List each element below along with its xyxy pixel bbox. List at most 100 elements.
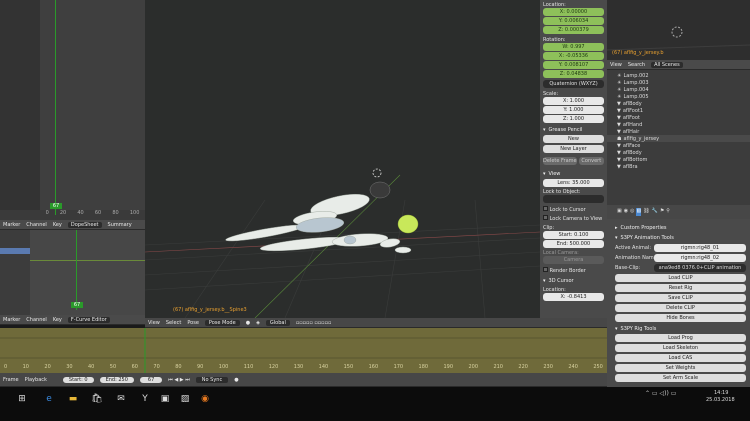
menu-key[interactable]: Key bbox=[53, 222, 62, 228]
edge-icon[interactable]: e bbox=[42, 392, 56, 405]
lens-field[interactable]: Lens: 35.000 bbox=[543, 179, 604, 187]
custom-properties-section[interactable]: ▸ Custom Properties bbox=[615, 225, 746, 231]
grease-pencil-section[interactable]: ▾ Grease Pencil bbox=[543, 127, 604, 133]
set-arm-scale-button[interactable]: Set Arm Scale bbox=[615, 374, 746, 382]
menu-marker[interactable]: Marker bbox=[3, 317, 20, 323]
menu-channel[interactable]: Channel bbox=[26, 222, 47, 228]
timeline-start-field[interactable]: Start: 0 bbox=[62, 376, 94, 383]
save-clip-button[interactable]: Save CLIP bbox=[615, 294, 746, 302]
render-border-row[interactable]: Render Border bbox=[543, 267, 604, 274]
cursor-x-field[interactable]: X: -0.8413 bbox=[543, 293, 604, 301]
scale-z-field[interactable]: Z: 1.000 bbox=[543, 115, 604, 123]
menu-channel[interactable]: Channel bbox=[26, 317, 47, 323]
menu-key[interactable]: Key bbox=[53, 317, 62, 323]
shading-icon[interactable]: ● bbox=[246, 320, 250, 326]
select-menu[interactable]: Select bbox=[166, 320, 181, 326]
location-z-field[interactable]: Z: 0.000379 bbox=[543, 26, 604, 34]
outliner-row[interactable]: ▼ aflFoot1 bbox=[607, 107, 750, 114]
outliner-row[interactable]: ▼ aflFace bbox=[607, 142, 750, 149]
camera-field[interactable]: Camera bbox=[543, 256, 604, 264]
pose-menu[interactable]: Pose bbox=[187, 320, 199, 326]
blender-icon[interactable]: ◉ bbox=[198, 392, 212, 405]
location-x-field[interactable]: X: 0.00000 bbox=[543, 8, 604, 16]
sync-select[interactable]: No Sync bbox=[195, 376, 229, 383]
mail-icon[interactable]: ✉ bbox=[114, 392, 128, 405]
active-animal-field[interactable]: rigmn:rig48_01 bbox=[654, 244, 746, 252]
render-border-checkbox[interactable] bbox=[543, 267, 548, 272]
object-tab-icon[interactable]: ▧ bbox=[636, 208, 642, 216]
rotation-x-field[interactable]: X: -0.05336 bbox=[543, 52, 604, 60]
summary-toggle[interactable]: Summary bbox=[108, 222, 132, 228]
tray-icons[interactable]: ⌃ ▭ ◁)) ▭ bbox=[645, 390, 676, 397]
image-icon[interactable]: ▨ bbox=[178, 392, 192, 405]
fcurve-editor[interactable]: 67 bbox=[0, 230, 145, 315]
channel-list[interactable] bbox=[0, 0, 40, 210]
timeline[interactable]: 0 10 20 30 40 50 60 70 80 90 100 110 120… bbox=[0, 328, 607, 373]
load-clip-button[interactable]: Load CLIP bbox=[615, 274, 746, 282]
outliner-row[interactable]: ▼ aflHair bbox=[607, 128, 750, 135]
outliner-row[interactable]: ☀ Lamp.004 bbox=[607, 86, 750, 93]
lock-object-field[interactable] bbox=[543, 195, 604, 203]
hide-bones-button[interactable]: Hide Bones bbox=[615, 314, 746, 322]
outliner-display-select[interactable]: All Scenes bbox=[651, 61, 683, 68]
grease-convert-button[interactable]: Convert bbox=[578, 157, 604, 165]
fcurve-channels[interactable] bbox=[0, 230, 30, 315]
outliner-row[interactable]: ☀ Lamp.003 bbox=[607, 79, 750, 86]
photos-icon[interactable]: ▣ bbox=[158, 392, 172, 405]
outliner-row[interactable]: ▼ aflHand bbox=[607, 121, 750, 128]
store-icon[interactable]: 🛍 bbox=[90, 392, 104, 405]
render-tab-icon[interactable]: ▣ bbox=[617, 208, 622, 216]
fcurve-selected-channel[interactable] bbox=[0, 248, 30, 254]
outliner-row[interactable]: ☀ Lamp.005 bbox=[607, 93, 750, 100]
world-tab-icon[interactable]: ◎ bbox=[630, 208, 634, 216]
rotation-y-field[interactable]: Y: 0.008107 bbox=[543, 61, 604, 69]
dopesheet-mode-select[interactable]: DopeSheet bbox=[67, 221, 102, 228]
yandex-icon[interactable]: Y bbox=[138, 392, 152, 405]
base-clip-field[interactable]: ana9ed8 0376.0+CLIP animation bbox=[654, 264, 746, 272]
layer-buttons[interactable]: ▫▫▫▫▫ ▫▫▫▫▫ bbox=[296, 320, 331, 326]
constraint-tab-icon[interactable]: ⛓ bbox=[643, 208, 649, 216]
timeline-end-field[interactable]: End: 250 bbox=[99, 376, 134, 383]
windows-icon[interactable]: ⊞ bbox=[15, 392, 29, 405]
lock-camera-row[interactable]: Lock Camera to View bbox=[543, 215, 604, 222]
grease-delete-frame-button[interactable]: Delete Frame bbox=[543, 157, 577, 165]
transform-orientation-select[interactable]: Global bbox=[265, 319, 290, 326]
outliner-row[interactable]: ☀ Lamp.002 bbox=[607, 72, 750, 79]
rig-tools-section[interactable]: ▾ S3PY Rig Tools bbox=[615, 326, 746, 332]
animation-name-field[interactable]: rigmn:rig48_02 bbox=[654, 254, 746, 262]
view-section[interactable]: ▾ View bbox=[543, 171, 604, 177]
location-y-field[interactable]: Y: 0.006034 bbox=[543, 17, 604, 25]
timeline-frame-menu[interactable]: Frame bbox=[3, 377, 19, 383]
modifier-tab-icon[interactable]: 🔧 bbox=[652, 208, 658, 216]
anim-tools-section[interactable]: ▾ S3PY Animation Tools bbox=[615, 235, 746, 241]
rotation-w-field[interactable]: W: 0.997 bbox=[543, 43, 604, 51]
outliner-row[interactable]: ▼ aflBody bbox=[607, 100, 750, 107]
grease-new-layer-button[interactable]: New Layer bbox=[543, 145, 604, 153]
outliner-view-menu[interactable]: View bbox=[610, 62, 622, 68]
rotation-mode-select[interactable]: Quaternion (WXYZ) bbox=[543, 80, 604, 88]
scene-tab-icon[interactable]: ◉ bbox=[624, 208, 628, 216]
reset-rig-button[interactable]: Reset Rig bbox=[615, 284, 746, 292]
scale-y-field[interactable]: Y: 1.000 bbox=[543, 106, 604, 114]
timeline-playback-menu[interactable]: Playback bbox=[25, 377, 47, 383]
outliner-row-selected[interactable]: ☗ aflfig_y_jersey bbox=[607, 135, 750, 142]
menu-marker[interactable]: Marker bbox=[3, 222, 20, 228]
properties-editor[interactable]: ▸ Custom Properties ▾ S3PY Animation Tools… bbox=[607, 219, 750, 387]
viewport-3d[interactable]: (67) aflfig_y_jersey.b__Spine3 bbox=[145, 0, 540, 318]
dopesheet-editor[interactable]: 67 0 20 40 60 80 100 bbox=[0, 0, 145, 220]
rotation-z-field[interactable]: Z: 0.04838 bbox=[543, 70, 604, 78]
properties-npanel[interactable]: Location: X: 0.00000 Y: 0.006034 Z: 0.00… bbox=[540, 0, 607, 318]
playback-controls[interactable]: ⏮ ◀ ▶ ⏭ bbox=[168, 377, 189, 383]
outliner-search-menu[interactable]: Search bbox=[628, 62, 645, 68]
lock-camera-checkbox[interactable] bbox=[543, 215, 548, 220]
data-tab-icon[interactable]: ⚑ bbox=[660, 208, 664, 216]
delete-clip-button[interactable]: Delete CLIP bbox=[615, 304, 746, 312]
outliner[interactable]: ☀ Lamp.002 ☀ Lamp.003 ☀ Lamp.004 ☀ Lamp.005 … bbox=[607, 70, 750, 205]
lock-cursor-checkbox[interactable] bbox=[543, 206, 548, 211]
explorer-icon[interactable]: ▬ bbox=[66, 392, 80, 405]
cursor-section[interactable]: ▾ 3D Cursor bbox=[543, 278, 604, 284]
bone-tab-icon[interactable]: ⚲ bbox=[666, 208, 670, 216]
pivot-icon[interactable]: ◈ bbox=[256, 320, 260, 326]
timeline-current-frame[interactable]: 67 bbox=[139, 376, 163, 383]
scale-x-field[interactable]: X: 1.000 bbox=[543, 97, 604, 105]
